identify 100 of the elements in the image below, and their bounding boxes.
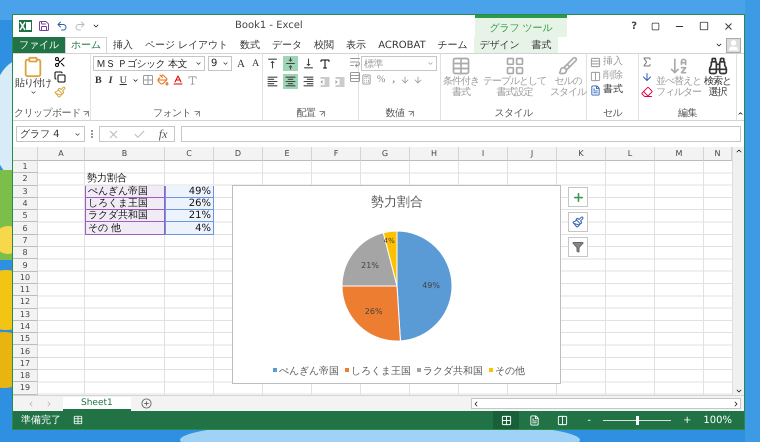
ribbon-tab[interactable]: 校閲 (308, 37, 340, 53)
wrap-text-icon (349, 56, 361, 68)
column-header[interactable]: L (606, 147, 655, 161)
italic-button[interactable]: I (106, 74, 115, 86)
font-size-dropdown[interactable]: 9 (208, 56, 232, 71)
column-header[interactable]: D (214, 147, 263, 161)
row-header[interactable]: 12 (13, 296, 38, 309)
comma-button[interactable]: , (390, 74, 397, 85)
horizontal-scrollbar[interactable] (471, 398, 741, 409)
row-header[interactable]: 18 (13, 370, 38, 382)
group-label: 配置 (296, 107, 316, 120)
scissors-icon (54, 56, 66, 68)
zoom-out-button[interactable]: - (587, 414, 592, 426)
caret-icon (30, 89, 36, 96)
dialog-launcher-icon[interactable] (83, 110, 90, 116)
vertical-scrollbar[interactable] (732, 147, 744, 395)
row-header[interactable]: 8 (13, 247, 38, 260)
dialog-launcher-icon[interactable] (194, 110, 200, 116)
add-element-button[interactable] (568, 187, 588, 207)
horizontal-align-button[interactable] (283, 74, 298, 89)
zoom-in-button[interactable]: + (683, 414, 692, 426)
column-header[interactable]: I (459, 147, 508, 161)
chart-style-button[interactable] (568, 212, 588, 232)
row-header[interactable]: 11 (13, 284, 38, 296)
column-header[interactable]: H (410, 147, 459, 161)
horizontal-align-button[interactable] (301, 74, 316, 89)
row-header[interactable]: 9 (13, 259, 38, 272)
column-header[interactable]: N (704, 147, 732, 161)
shrink-font-button[interactable]: A (250, 58, 262, 69)
paste-button[interactable]: 貼り付け (15, 56, 51, 107)
row-header[interactable]: 1 (13, 161, 38, 174)
fill-down-icon (641, 71, 653, 83)
row-header[interactable]: 10 (13, 272, 38, 284)
underline-button[interactable]: U (118, 74, 129, 86)
formula-input[interactable] (181, 126, 741, 142)
column-header[interactable]: M (655, 147, 704, 161)
column-header[interactable]: J (508, 147, 557, 161)
cell-button[interactable]: 書式 (589, 84, 624, 96)
row-header[interactable]: 5 (13, 210, 38, 222)
chart-title: 勢力割合 (371, 195, 423, 210)
columns-icon (556, 414, 568, 426)
row-header[interactable]: 17 (13, 358, 38, 370)
column-header[interactable]: C (165, 147, 214, 161)
ribbon-tab[interactable]: 書式 (526, 37, 558, 53)
vertical-align-button[interactable] (265, 56, 280, 71)
row-header[interactable]: 6 (13, 222, 38, 235)
vertical-align-button[interactable] (301, 56, 316, 71)
group-label: クリップボード (14, 107, 80, 120)
ribbon-tab[interactable]: 数式 (234, 37, 266, 53)
ribbon-tab[interactable]: 表示 (340, 37, 372, 53)
row-header[interactable]: 7 (13, 234, 38, 248)
ribbon-tab[interactable]: チーム (432, 37, 474, 53)
collapse-icon[interactable] (737, 110, 744, 117)
horizontal-align-button[interactable] (265, 74, 280, 89)
row-header[interactable]: 15 (13, 333, 38, 346)
undo-icon[interactable] (56, 20, 68, 32)
row-header[interactable]: 13 (13, 308, 38, 321)
dialog-launcher-icon[interactable] (318, 110, 324, 116)
row-header[interactable]: 4 (13, 198, 38, 210)
table-cell: ラクダ共和国 (85, 210, 165, 222)
column-header[interactable]: E (263, 147, 312, 161)
bold-button[interactable]: B (93, 74, 104, 86)
ribbon-tab[interactable]: デザイン (474, 37, 526, 53)
slider-thumb[interactable] (636, 416, 640, 424)
font-name-dropdown[interactable]: ＭＳ Ｐゴシック 本文 (93, 56, 205, 71)
name-box[interactable]: グラフ 4 (16, 126, 85, 142)
ribbon-tab[interactable]: ホーム (65, 37, 107, 53)
row-header[interactable]: 19 (13, 382, 38, 395)
row-header[interactable]: 14 (13, 320, 38, 334)
add-sheet-icon[interactable] (140, 398, 152, 409)
chart-filter-button[interactable] (568, 237, 588, 257)
dialog-launcher-icon[interactable] (408, 110, 414, 116)
save-icon[interactable] (38, 20, 50, 32)
document-icon (528, 414, 540, 426)
ribbon-tab[interactable]: ページ レイアウト (139, 37, 234, 53)
column-header[interactable]: A (38, 147, 85, 161)
grow-font-button[interactable]: A (235, 58, 247, 70)
insert-function-button[interactable]: fx (158, 127, 168, 141)
ribbon-tab[interactable]: 挿入 (107, 37, 139, 53)
row-header[interactable]: 3 (13, 186, 38, 198)
column-header[interactable]: G (361, 147, 410, 161)
row-header[interactable]: 2 (13, 173, 38, 186)
sheet-tab[interactable]: Sheet1 (63, 396, 131, 410)
column-header[interactable]: B (85, 147, 165, 161)
ribbon-tab[interactable]: ファイル (13, 37, 65, 53)
ribbon-tab[interactable]: ACROBAT (372, 37, 432, 53)
ribbon-tab[interactable]: データ (266, 37, 308, 53)
restore-icon[interactable] (651, 22, 660, 30)
help-button[interactable]: ? (631, 20, 637, 32)
maximize-icon[interactable] (699, 21, 709, 31)
column-header[interactable]: F (312, 147, 361, 161)
percent-button[interactable]: % (375, 74, 388, 85)
grid-icon (500, 414, 512, 426)
plus-icon (572, 190, 584, 204)
row-header[interactable]: 16 (13, 345, 38, 358)
view-button[interactable] (493, 411, 520, 429)
close-icon[interactable] (723, 20, 734, 32)
column-header[interactable]: K (557, 147, 606, 161)
edit-button[interactable]: 検索と 選択 (704, 56, 731, 107)
vertical-align-button[interactable] (283, 56, 298, 71)
